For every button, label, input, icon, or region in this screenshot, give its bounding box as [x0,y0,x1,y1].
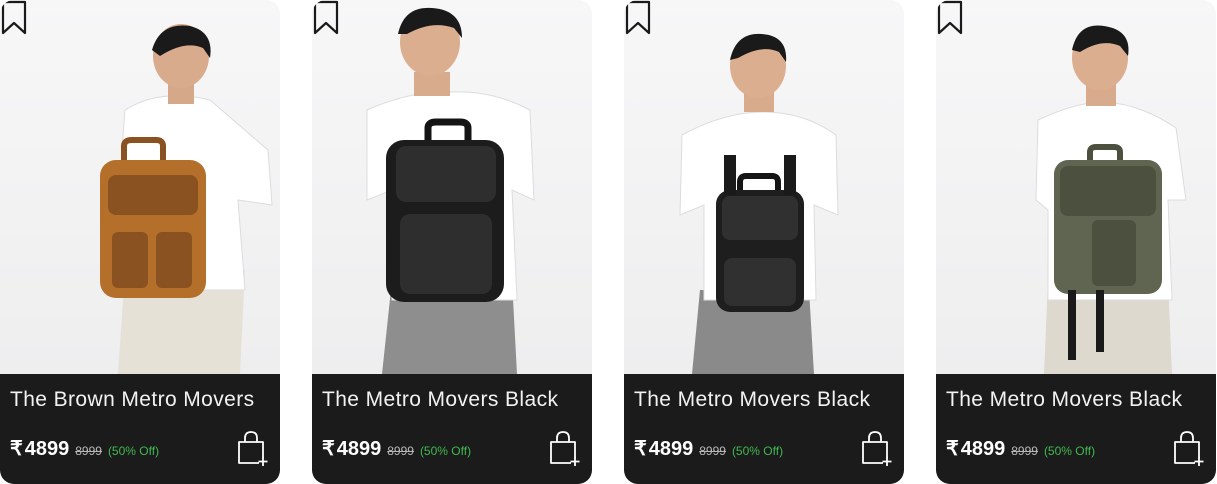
product-info-panel: The Metro Movers Black ₹4899 8999 (50% O… [624,374,904,484]
product-image[interactable] [624,0,904,374]
currency-symbol: ₹ [634,438,647,460]
price-value: 4899 [960,438,1006,460]
discount-badge: (50% Off) [1043,444,1096,458]
price-row: ₹4899 8999 (50% Off) [946,436,1095,461]
product-card[interactable]: The Metro Movers Black ₹4899 8999 (50% O… [312,0,592,484]
currency-symbol: ₹ [946,438,959,460]
product-card[interactable]: The Brown Metro Movers ₹4899 8999 (50% O… [0,0,280,484]
product-title[interactable]: The Brown Metro Movers [10,388,274,412]
model-with-backpack-illustration [1035,25,1187,374]
product-title[interactable]: The Metro Movers Black [946,388,1210,412]
add-to-cart-icon[interactable] [236,430,270,466]
product-card[interactable]: The Metro Movers Black ₹4899 8999 (50% O… [936,0,1216,484]
add-to-cart-icon[interactable] [1172,430,1206,466]
price-row: ₹4899 8999 (50% Off) [322,436,471,461]
discount-badge: (50% Off) [419,444,472,458]
sale-price: ₹4899 [634,436,693,461]
model-with-backpack-illustration [366,7,535,374]
bookmark-icon[interactable] [624,0,652,36]
model-with-backpack-illustration [679,33,839,374]
original-price: 8999 [699,444,726,458]
bookmark-icon[interactable] [936,0,964,36]
product-grid: The Brown Metro Movers ₹4899 8999 (50% O… [0,0,1217,484]
product-image[interactable] [312,0,592,374]
original-price: 8999 [1011,444,1038,458]
price-row: ₹4899 8999 (50% Off) [634,436,783,461]
sale-price: ₹4899 [946,436,1005,461]
discount-badge: (50% Off) [107,444,160,458]
product-title[interactable]: The Metro Movers Black [322,388,586,412]
price-value: 4899 [336,438,382,460]
original-price: 8999 [387,444,414,458]
add-to-cart-icon[interactable] [548,430,582,466]
product-image[interactable] [0,0,280,374]
currency-symbol: ₹ [322,438,335,460]
product-info-panel: The Brown Metro Movers ₹4899 8999 (50% O… [0,374,280,484]
price-value: 4899 [648,438,694,460]
price-row: ₹4899 8999 (50% Off) [10,436,159,461]
sale-price: ₹4899 [10,436,69,461]
product-card[interactable]: The Metro Movers Black ₹4899 8999 (50% O… [624,0,904,484]
discount-badge: (50% Off) [731,444,784,458]
bookmark-icon[interactable] [0,0,28,36]
bookmark-icon[interactable] [312,0,340,36]
product-title[interactable]: The Metro Movers Black [634,388,898,412]
product-info-panel: The Metro Movers Black ₹4899 8999 (50% O… [936,374,1216,484]
product-image[interactable] [936,0,1216,374]
original-price: 8999 [75,444,102,458]
product-info-panel: The Metro Movers Black ₹4899 8999 (50% O… [312,374,592,484]
currency-symbol: ₹ [10,438,23,460]
sale-price: ₹4899 [322,436,381,461]
model-with-backpack-illustration [100,24,273,374]
add-to-cart-icon[interactable] [860,430,894,466]
price-value: 4899 [24,438,70,460]
